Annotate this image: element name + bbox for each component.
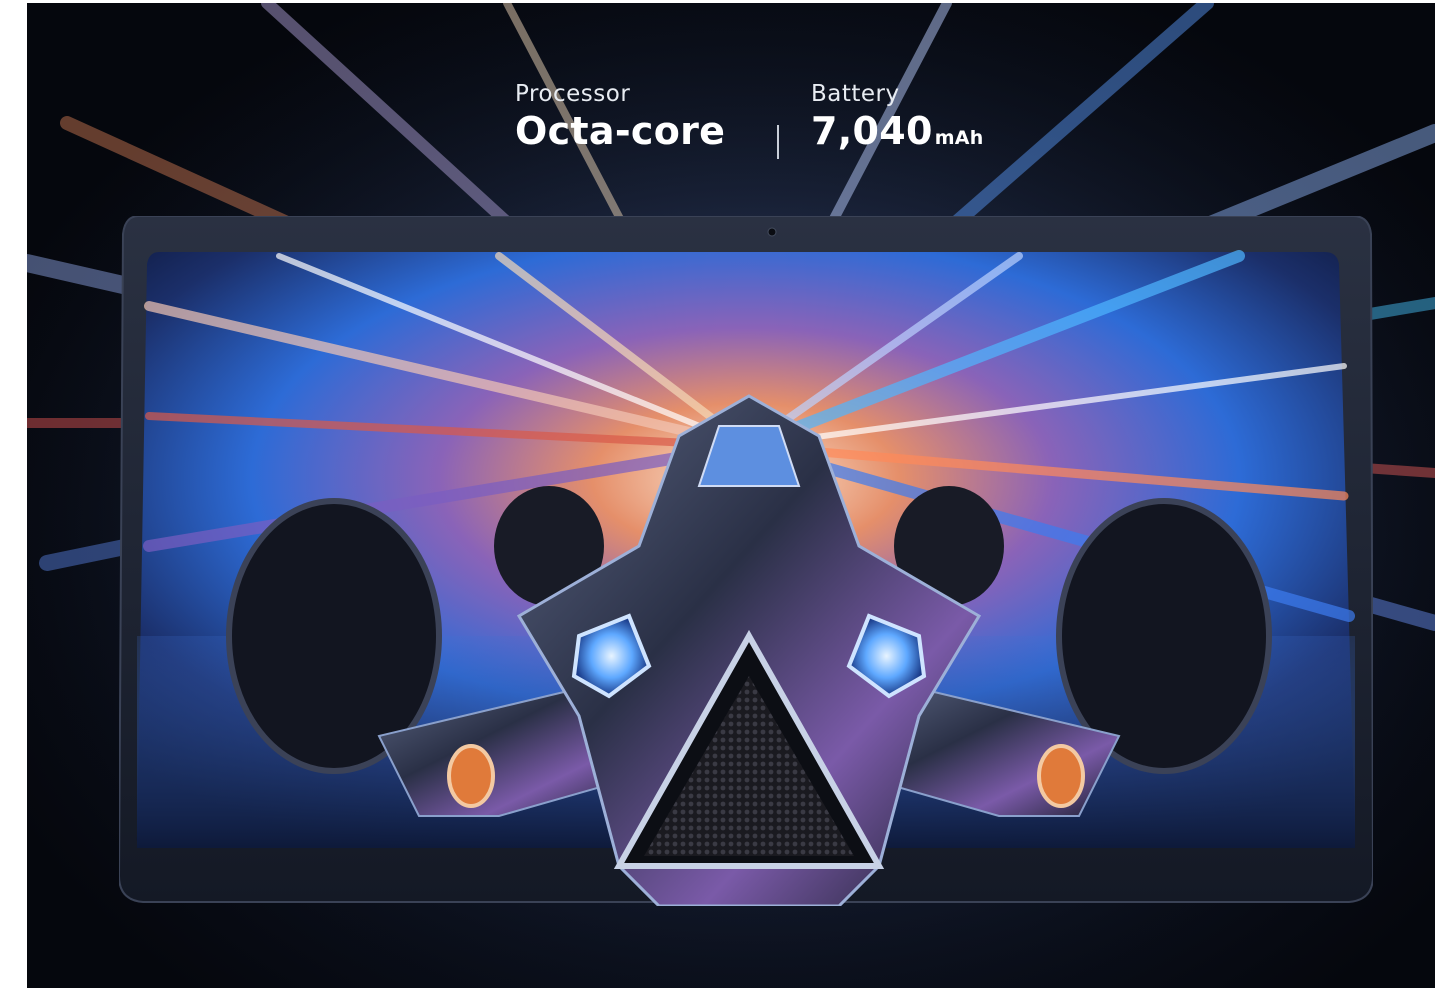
processor-label: Processor xyxy=(515,81,631,107)
page-frame: Processor Octa-core Battery 7,040 mAh xyxy=(0,0,1435,988)
processor-value: Octa-core xyxy=(515,109,726,153)
battery-spec: Battery 7,040 mAh xyxy=(811,81,984,153)
battery-value-row: 7,040 mAh xyxy=(811,109,984,153)
processor-spec: Processor Octa-core xyxy=(515,81,725,153)
spec-divider xyxy=(777,125,779,159)
battery-value: 7,040 xyxy=(811,109,933,153)
battery-label: Battery xyxy=(811,81,900,107)
tablet-device-image xyxy=(119,216,1373,906)
battery-unit: mAh xyxy=(934,127,984,149)
product-banner: Processor Octa-core Battery 7,040 mAh xyxy=(27,3,1435,988)
